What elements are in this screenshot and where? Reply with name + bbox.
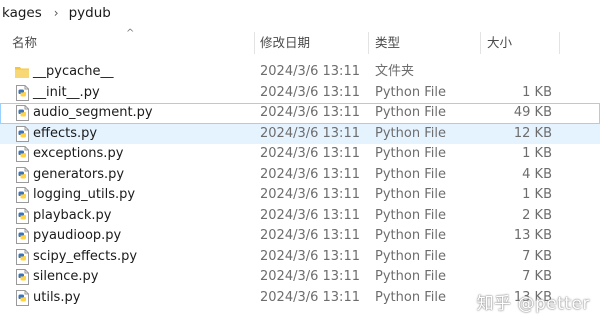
python-file-icon [14, 226, 30, 247]
file-row[interactable]: pyaudioop.py 2024/3/6 13:11 Python File 13 … [0, 226, 600, 247]
file-name: playback.py [33, 207, 112, 223]
file-date: 2024/3/6 13:11 [260, 187, 360, 202]
file-date: 2024/3/6 13:11 [260, 84, 360, 100]
file-date: 2024/3/6 13:11 [260, 64, 360, 79]
python-file-icon [14, 165, 30, 186]
file-date: 2024/3/6 13:11 [260, 166, 360, 182]
file-type: Python File [375, 84, 446, 100]
file-row[interactable]: __init__.py 2024/3/6 13:11 Python File 1 KB [0, 83, 600, 104]
file-size: 7 KB [522, 269, 552, 284]
python-file-icon [14, 144, 30, 165]
file-type: Python File [375, 105, 446, 120]
file-size: 13 KB [513, 228, 552, 243]
file-size: 4 KB [522, 166, 552, 182]
file-date: 2024/3/6 13:11 [260, 289, 360, 305]
file-row[interactable]: scipy_effects.py 2024/3/6 13:11 Python Fil… [0, 247, 600, 268]
file-type: Python File [375, 125, 446, 141]
python-file-icon [14, 288, 30, 309]
python-file-icon [14, 83, 30, 104]
file-date: 2024/3/6 13:11 [260, 228, 360, 243]
breadcrumb-item-pydub[interactable]: pydub [67, 5, 115, 21]
file-row[interactable]: generators.py 2024/3/6 13:11 Python File 4 … [0, 165, 600, 186]
file-name: utils.py [33, 289, 81, 305]
file-name: exceptions.py [33, 146, 124, 161]
file-row[interactable]: effects.py 2024/3/6 13:11 Python File 12 KB [0, 123, 600, 145]
column-header-type[interactable]: 类型 [375, 30, 400, 56]
file-date: 2024/3/6 13:11 [260, 105, 360, 120]
file-type: Python File [375, 207, 446, 223]
file-date: 2024/3/6 13:11 [260, 248, 360, 264]
file-type: Python File [375, 187, 446, 202]
watermark: 知乎 @petter [476, 294, 590, 314]
python-file-icon [14, 267, 30, 288]
breadcrumb-separator: › [53, 6, 59, 20]
file-name: scipy_effects.py [33, 248, 138, 264]
file-date: 2024/3/6 13:11 [260, 269, 360, 284]
column-divider[interactable] [254, 32, 255, 54]
column-header-date[interactable]: 修改日期 [260, 30, 310, 56]
file-size: 49 KB [513, 105, 552, 120]
file-name: generators.py [33, 166, 125, 182]
file-row[interactable]: exceptions.py 2024/3/6 13:11 Python File 1 … [0, 144, 600, 165]
column-divider[interactable] [559, 32, 560, 54]
column-header-name[interactable]: 名称 [12, 30, 37, 56]
folder-icon [14, 62, 30, 83]
column-divider[interactable] [368, 32, 369, 54]
file-row[interactable]: __pycache__ 2024/3/6 13:11 文件夹 [0, 62, 600, 83]
file-name: audio_segment.py [33, 105, 153, 120]
file-size: 7 KB [522, 248, 552, 264]
file-name: __init__.py [33, 84, 100, 100]
python-file-icon [14, 185, 30, 206]
python-file-icon [14, 124, 30, 145]
file-type: Python File [375, 269, 446, 284]
file-row[interactable]: audio_segment.py 2024/3/6 13:11 Python Fil… [0, 103, 600, 124]
file-name: __pycache__ [33, 64, 114, 79]
column-header-row: 名称 ^ 修改日期 类型 大小 [0, 28, 600, 56]
file-date: 2024/3/6 13:11 [260, 207, 360, 223]
file-type: Python File [375, 228, 446, 243]
python-file-icon [14, 247, 30, 268]
column-divider[interactable] [480, 32, 481, 54]
file-type: Python File [375, 146, 446, 161]
file-name: silence.py [33, 269, 99, 284]
file-size: 1 KB [522, 187, 552, 202]
file-size: 1 KB [522, 84, 552, 100]
file-type: Python File [375, 166, 446, 182]
file-row[interactable]: logging_utils.py 2024/3/6 13:11 Python Fil… [0, 185, 600, 206]
file-name: pyaudioop.py [33, 228, 122, 243]
file-size: 1 KB [522, 146, 552, 161]
file-size: 2 KB [522, 207, 552, 223]
python-file-icon [14, 206, 30, 227]
file-name: effects.py [33, 125, 98, 141]
file-size: 12 KB [513, 125, 552, 141]
file-list: __pycache__ 2024/3/6 13:11 文件夹 __init__.py 2… [0, 62, 600, 308]
file-date: 2024/3/6 13:11 [260, 146, 360, 161]
file-name: logging_utils.py [33, 187, 136, 202]
column-header-size[interactable]: 大小 [487, 30, 512, 56]
file-date: 2024/3/6 13:11 [260, 125, 360, 141]
breadcrumb-item-kages[interactable]: kages [0, 5, 46, 21]
file-row[interactable]: playback.py 2024/3/6 13:11 Python File 2 KB [0, 206, 600, 227]
sort-up-icon: ^ [126, 28, 135, 39]
breadcrumb: kages › pydub [0, 0, 600, 26]
file-row[interactable]: silence.py 2024/3/6 13:11 Python File 7 KB [0, 267, 600, 288]
file-type: Python File [375, 248, 446, 264]
file-type: Python File [375, 289, 446, 305]
file-type: 文件夹 [375, 64, 415, 79]
python-file-icon [14, 103, 30, 124]
file-size [487, 62, 552, 83]
